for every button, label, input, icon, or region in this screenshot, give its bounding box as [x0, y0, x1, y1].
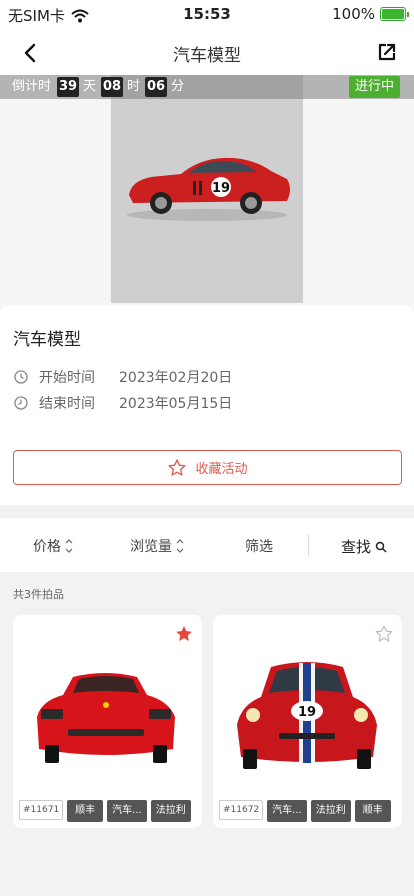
status-bar: 无SIM卡 15:53 100% [0, 0, 414, 30]
countdown-minute-unit: 分 [171, 79, 185, 94]
hero-section: 19 倒计时 39 天 08 时 06 分 进行中 [0, 75, 414, 315]
countdown-hour-unit: 时 [127, 79, 141, 94]
info-card: 汽车模型 开始时间 2023年02月20日 结束时间 2023年05月15日 收… [0, 305, 414, 505]
lot-tags: #11671 顺丰 汽车... 法拉利 [19, 800, 191, 822]
sort-views[interactable]: 浏览量 [130, 536, 184, 556]
sort-bar: 价格 浏览量 筛选 查找 [0, 518, 414, 572]
countdown-hours: 08 [101, 77, 123, 97]
hero-car-image: 19 [127, 157, 290, 221]
divider [308, 534, 309, 556]
countdown-label: 倒计时 [12, 79, 52, 94]
favorite-label: 收藏活动 [195, 462, 248, 477]
lots-count: 共3件拍品 [13, 588, 64, 601]
end-time-row: 结束时间 2023年05月15日 [13, 393, 232, 413]
battery-icon [380, 7, 409, 21]
hero-image: 19 [111, 75, 303, 303]
start-time-label: 开始时间 [39, 370, 95, 386]
lot-tag: 汽车... [267, 800, 307, 822]
auction-title: 汽车模型 [13, 330, 81, 350]
lot-image [37, 673, 175, 763]
lot-tag: 法拉利 [150, 800, 191, 822]
lot-tag: 汽车... [107, 800, 147, 822]
status-badge: 进行中 [348, 76, 400, 98]
clock-icon [14, 396, 28, 410]
search-button[interactable]: 查找 [341, 536, 387, 557]
lot-tags: #11672 汽车... 法拉利 顺丰 [219, 800, 391, 822]
share-icon[interactable] [376, 41, 398, 63]
search-icon [375, 541, 387, 553]
lot-car-number: 19 [298, 705, 316, 720]
lot-id: #11671 [19, 800, 64, 820]
filter-label: 筛选 [245, 539, 273, 555]
sort-price-label: 价格 [33, 539, 61, 555]
lot-tag: 顺丰 [354, 800, 391, 822]
countdown-minutes: 06 [145, 77, 167, 97]
filter-button[interactable]: 筛选 [245, 536, 273, 556]
end-time-value: 2023年05月15日 [119, 396, 233, 412]
search-label: 查找 [341, 538, 372, 556]
star-outline-icon[interactable] [374, 624, 394, 644]
sort-arrows-icon [176, 539, 184, 553]
lot-card[interactable]: 19 #11672 汽车... 法拉利 顺丰 [213, 615, 402, 828]
clock-icon [14, 370, 28, 384]
battery-percent: 100% [332, 5, 375, 23]
start-time-value: 2023年02月20日 [119, 370, 233, 386]
sort-views-label: 浏览量 [130, 539, 172, 555]
nav-bar: 汽车模型 [0, 30, 414, 75]
page-title: 汽车模型 [173, 46, 241, 66]
hero-car-number: 19 [212, 181, 230, 196]
lot-id: #11672 [219, 800, 264, 820]
lot-tag: 顺丰 [67, 800, 104, 822]
star-outline-icon [168, 458, 186, 476]
sort-price[interactable]: 价格 [33, 536, 73, 556]
start-time-row: 开始时间 2023年02月20日 [13, 367, 232, 387]
sort-arrows-icon [65, 539, 73, 553]
end-time-label: 结束时间 [39, 396, 95, 412]
lot-image: 19 [237, 662, 377, 769]
lot-card[interactable]: #11671 顺丰 汽车... 法拉利 [13, 615, 202, 828]
favorite-activity-button[interactable]: 收藏活动 [13, 450, 402, 485]
countdown-day-unit: 天 [83, 79, 97, 94]
countdown-bar: 倒计时 39 天 08 时 06 分 进行中 [0, 75, 414, 99]
star-filled-icon[interactable] [174, 624, 194, 644]
status-right: 100% [332, 5, 409, 23]
lot-tag: 法拉利 [310, 800, 351, 822]
countdown-days: 39 [57, 77, 79, 97]
